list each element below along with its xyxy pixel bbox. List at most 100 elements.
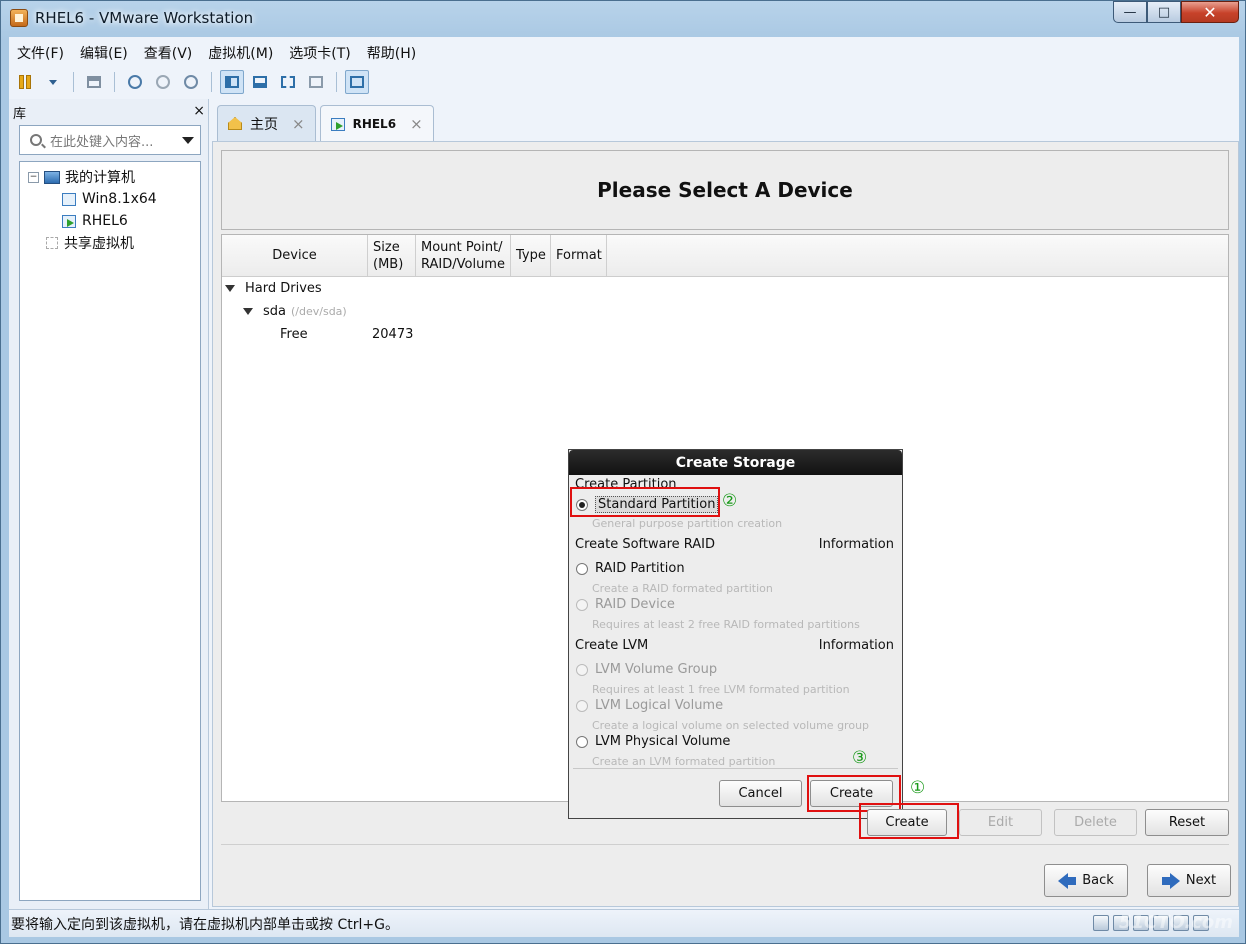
close-icon[interactable]: × <box>410 115 423 133</box>
row-label: Free <box>280 327 308 342</box>
status-text: 要将输入定向到该虚拟机，请在虚拟机内部单击或按 Ctrl+G。 <box>11 916 399 933</box>
radio-icon[interactable] <box>576 598 588 611</box>
revert-snapshot-button[interactable] <box>151 70 175 94</box>
radio-raid-device[interactable]: RAID Device <box>576 597 675 612</box>
column-type[interactable]: Type <box>511 235 551 276</box>
radio-icon[interactable] <box>576 663 588 676</box>
raid-information-link[interactable]: Information <box>819 537 894 552</box>
step-marker-3: ③ <box>852 748 868 768</box>
search-input[interactable]: 在此处键入内容... <box>50 131 182 150</box>
delete-button[interactable]: Delete <box>1054 809 1137 836</box>
vm-running-icon <box>330 117 345 131</box>
thumbnail-bar-button[interactable] <box>248 70 272 94</box>
vm-console[interactable]: Please Select A Device Device Size (MB) … <box>212 141 1239 907</box>
library-panel: 库 × 在此处键入内容... − 我的计算机 Win8.1x64 RHEL6 共… <box>9 99 209 909</box>
tree-item-rhel6[interactable]: RHEL6 <box>20 210 200 232</box>
library-tree: − 我的计算机 Win8.1x64 RHEL6 共享虚拟机 <box>19 161 201 901</box>
toolbar-separator <box>114 72 115 92</box>
radio-hint: Create a RAID formated partition <box>592 582 773 595</box>
collapse-icon[interactable]: − <box>28 171 39 183</box>
toolbar-separator <box>211 72 212 92</box>
toolbar-separator <box>73 72 74 92</box>
arrow-left-tail <box>1068 876 1077 885</box>
next-label: Next <box>1185 873 1217 888</box>
tree-row-sda[interactable]: sda (/dev/sda) <box>243 304 347 319</box>
shared-vm-icon <box>46 237 58 249</box>
menu-tabs[interactable]: 选项卡(T) <box>281 43 358 65</box>
snapshot-button[interactable] <box>123 70 147 94</box>
dialog-title: Create Storage <box>569 450 902 475</box>
device-table-header: Device Size (MB) Mount Point/ RAID/Volum… <box>222 235 1228 277</box>
arrow-right-tail <box>1161 876 1170 885</box>
snapshot-manager-button[interactable] <box>179 70 203 94</box>
column-format[interactable]: Format <box>551 235 607 276</box>
menu-vm[interactable]: 虚拟机(M) <box>200 43 281 65</box>
radio-icon[interactable] <box>576 699 588 712</box>
radio-raid-partition[interactable]: RAID Partition <box>576 561 685 576</box>
radio-lvm-volume-group[interactable]: LVM Volume Group <box>576 662 717 677</box>
arrow-left-icon <box>1058 872 1069 889</box>
close-icon[interactable]: × <box>292 115 305 133</box>
minimize-button[interactable]: — <box>1113 1 1147 23</box>
device-path: (/dev/sda) <box>291 305 347 318</box>
tab-home[interactable]: 主页 × <box>217 105 316 141</box>
column-device[interactable]: Device <box>222 235 368 276</box>
radio-lvm-physical-volume[interactable]: LVM Physical Volume <box>576 734 730 749</box>
reset-button[interactable]: Reset <box>1145 809 1229 836</box>
menu-bar: 文件(F) 编辑(E) 查看(V) 虚拟机(M) 选项卡(T) 帮助(H) <box>9 43 424 65</box>
highlight-create-button <box>859 803 959 839</box>
tree-row-free[interactable]: Free 20473 <box>280 327 413 342</box>
toolbar <box>13 69 369 95</box>
tree-item-shared-vms[interactable]: 共享虚拟机 <box>20 232 200 254</box>
search-dropdown-icon[interactable] <box>182 136 194 144</box>
hard-disk-icon[interactable] <box>1093 915 1109 931</box>
library-view-icon <box>225 76 239 88</box>
expand-triangle-icon[interactable] <box>225 285 235 292</box>
column-mount[interactable]: Mount Point/ RAID/Volume <box>416 235 511 276</box>
menu-help[interactable]: 帮助(H) <box>359 43 424 65</box>
tab-label: 主页 <box>250 116 278 133</box>
network-button[interactable] <box>82 70 106 94</box>
library-search[interactable]: 在此处键入内容... <box>19 125 201 155</box>
column-size[interactable]: Size (MB) <box>368 235 416 276</box>
edit-button[interactable]: Edit <box>959 809 1042 836</box>
tab-rhel6[interactable]: RHEL6 × <box>319 105 434 142</box>
show-library-button[interactable] <box>220 70 244 94</box>
back-button[interactable]: Back <box>1044 864 1128 897</box>
maximize-button[interactable]: □ <box>1147 1 1181 23</box>
radio-lvm-logical-volume[interactable]: LVM Logical Volume <box>576 698 723 713</box>
library-close-icon[interactable]: × <box>193 103 205 119</box>
tab-strip: 主页 × RHEL6 × <box>217 105 434 142</box>
menu-file[interactable]: 文件(F) <box>9 43 72 65</box>
library-header: 库 × <box>13 103 205 122</box>
radio-icon[interactable] <box>576 562 588 575</box>
client-area: 文件(F) 编辑(E) 查看(V) 虚拟机(M) 选项卡(T) 帮助(H) 库 … <box>9 37 1239 937</box>
radio-hint: General purpose partition creation <box>592 517 783 530</box>
dialog-cancel-button[interactable]: Cancel <box>719 780 802 807</box>
tree-row-hard-drives[interactable]: Hard Drives <box>225 281 322 296</box>
row-label: Hard Drives <box>245 281 322 296</box>
console-view-button[interactable] <box>345 70 369 94</box>
radio-hint: Requires at least 2 free RAID formated p… <box>592 618 860 631</box>
menu-edit[interactable]: 编辑(E) <box>72 43 136 65</box>
close-button[interactable]: ✕ <box>1181 1 1239 23</box>
column-mount-line1: Mount Point/ <box>421 239 503 255</box>
tree-item-win81[interactable]: Win8.1x64 <box>20 188 200 210</box>
create-storage-dialog: Create Storage Create Partition Standard… <box>568 449 903 819</box>
tree-item-label: 我的计算机 <box>65 170 135 186</box>
home-icon <box>228 117 242 130</box>
lvm-information-link[interactable]: Information <box>819 638 894 653</box>
power-dropdown-button[interactable] <box>41 70 65 94</box>
unity-button[interactable] <box>304 70 328 94</box>
pause-icon <box>19 75 31 89</box>
menu-view[interactable]: 查看(V) <box>136 43 201 65</box>
full-screen-button[interactable] <box>276 70 300 94</box>
radio-label: RAID Device <box>595 597 675 612</box>
bottom-divider <box>221 844 1229 845</box>
title-bar: RHEL6 - VMware Workstation — □ ✕ <box>1 1 1245 35</box>
radio-icon[interactable] <box>576 735 588 748</box>
suspend-button[interactable] <box>13 70 37 94</box>
tree-item-my-computer[interactable]: − 我的计算机 <box>20 166 200 188</box>
next-button[interactable]: Next <box>1147 864 1231 897</box>
expand-triangle-icon[interactable] <box>243 308 253 315</box>
